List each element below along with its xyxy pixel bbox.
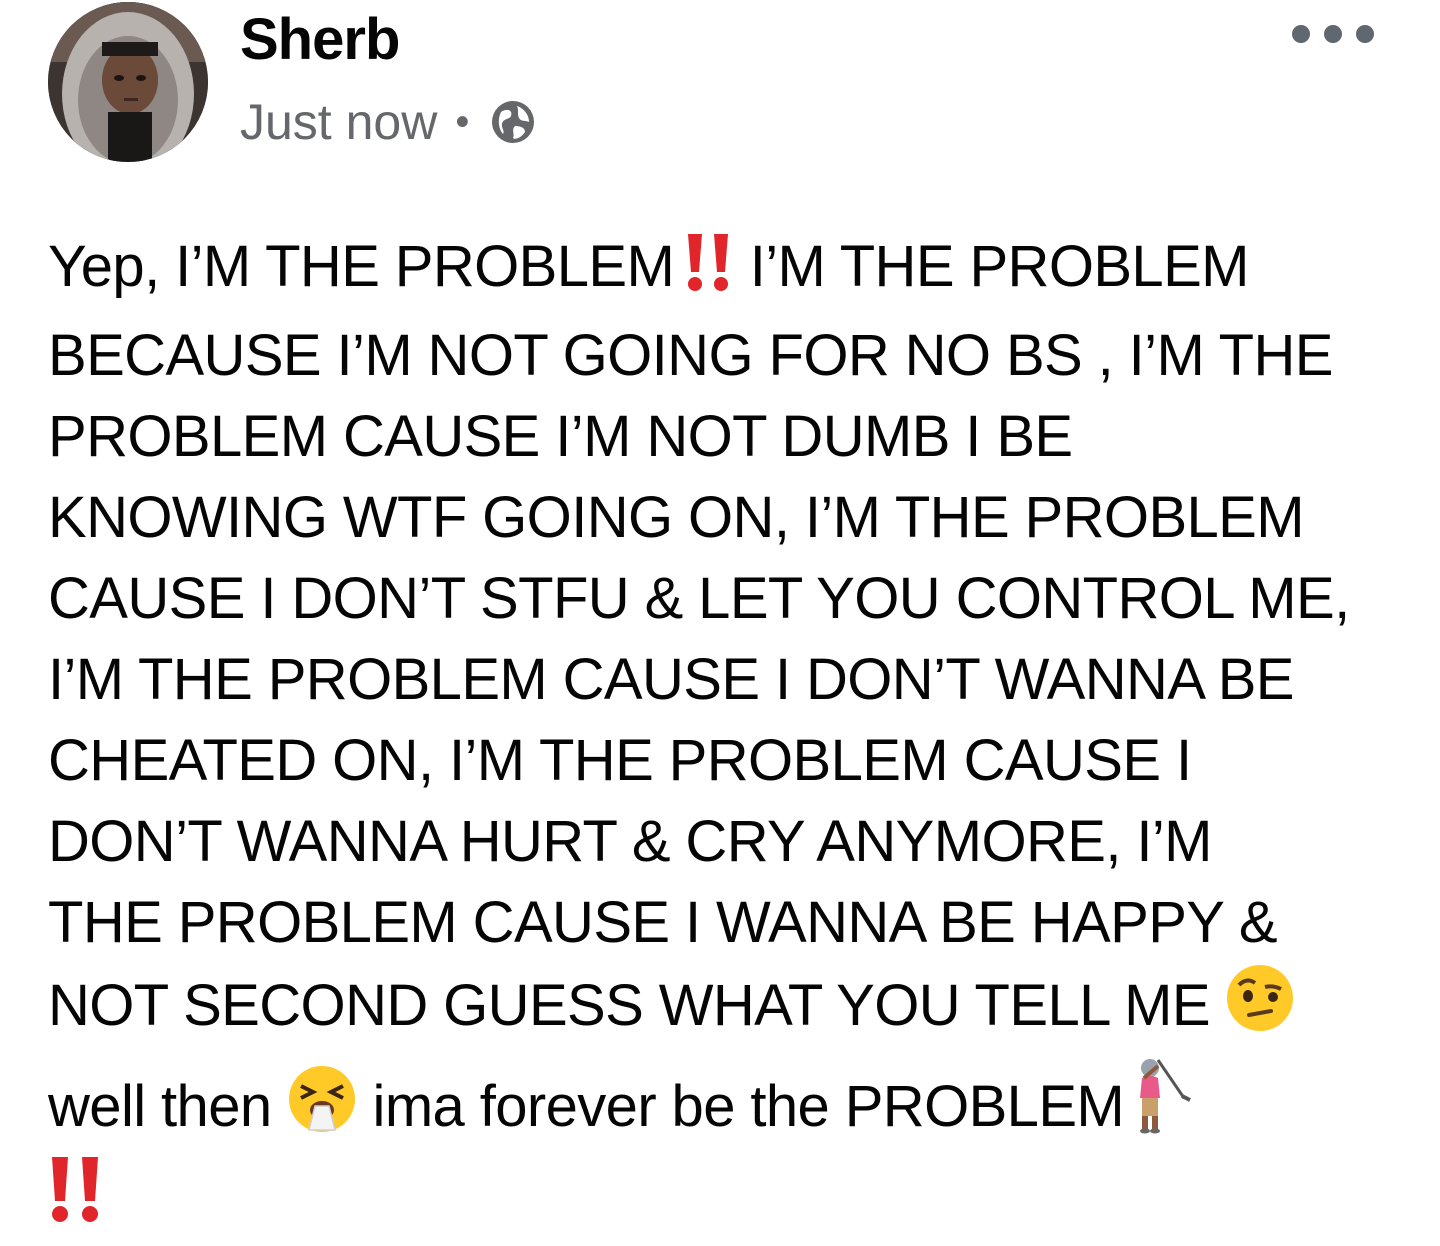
globe-icon[interactable] <box>489 98 537 146</box>
post-meta: Just now • <box>240 92 537 152</box>
raised-eyebrow-face-icon <box>1225 963 1295 1054</box>
post-line: DON’T WANNA HURT & CRY ANYMORE, I’M <box>48 809 1213 874</box>
post-line: CAUSE I DON’T STFU & LET YOU CONTROL ME, <box>48 566 1350 631</box>
meta-separator: • <box>455 99 470 144</box>
post-line: I’M THE PROBLEM CAUSE I DON’T WANNA BE <box>48 647 1295 712</box>
post-line: PROBLEM CAUSE I’M NOT DUMB I BE <box>48 404 1073 469</box>
double-exclamation-icon <box>48 1155 104 1246</box>
post-line: well then ima forever be the PROBLEM <box>48 1054 1408 1155</box>
more-options-dot <box>1324 25 1342 43</box>
post-line <box>48 1155 1408 1246</box>
post-line: CHEATED ON, I’M THE PROBLEM CAUSE I <box>48 728 1192 793</box>
double-exclamation-icon <box>684 232 734 315</box>
post-line: Yep, I’M THE PROBLEM I’M THE PROBLEM <box>48 226 1408 315</box>
post-header: Sherb Just now • <box>0 0 1440 180</box>
woman-golfing-icon <box>1124 1054 1194 1155</box>
post-text: Yep, I’M THE PROBLEM I’M THE PROBLEM BEC… <box>48 226 1408 1246</box>
more-options-dot <box>1356 25 1374 43</box>
post-timestamp[interactable]: Just now <box>240 93 437 151</box>
author-name[interactable]: Sherb <box>240 8 400 72</box>
avatar-image <box>48 2 208 162</box>
post-line: KNOWING WTF GOING ON, I’M THE PROBLEM <box>48 485 1305 550</box>
sneezing-face-icon <box>287 1064 357 1155</box>
post-line: NOT SECOND GUESS WHAT YOU TELL ME <box>48 963 1408 1054</box>
post-line: THE PROBLEM CAUSE I WANNA BE HAPPY & <box>48 890 1278 955</box>
post-line: BECAUSE I’M NOT GOING FOR NO BS , I’M TH… <box>48 323 1333 388</box>
more-options-button[interactable] <box>1292 16 1374 52</box>
more-options-dot <box>1292 25 1310 43</box>
avatar[interactable] <box>48 2 208 162</box>
